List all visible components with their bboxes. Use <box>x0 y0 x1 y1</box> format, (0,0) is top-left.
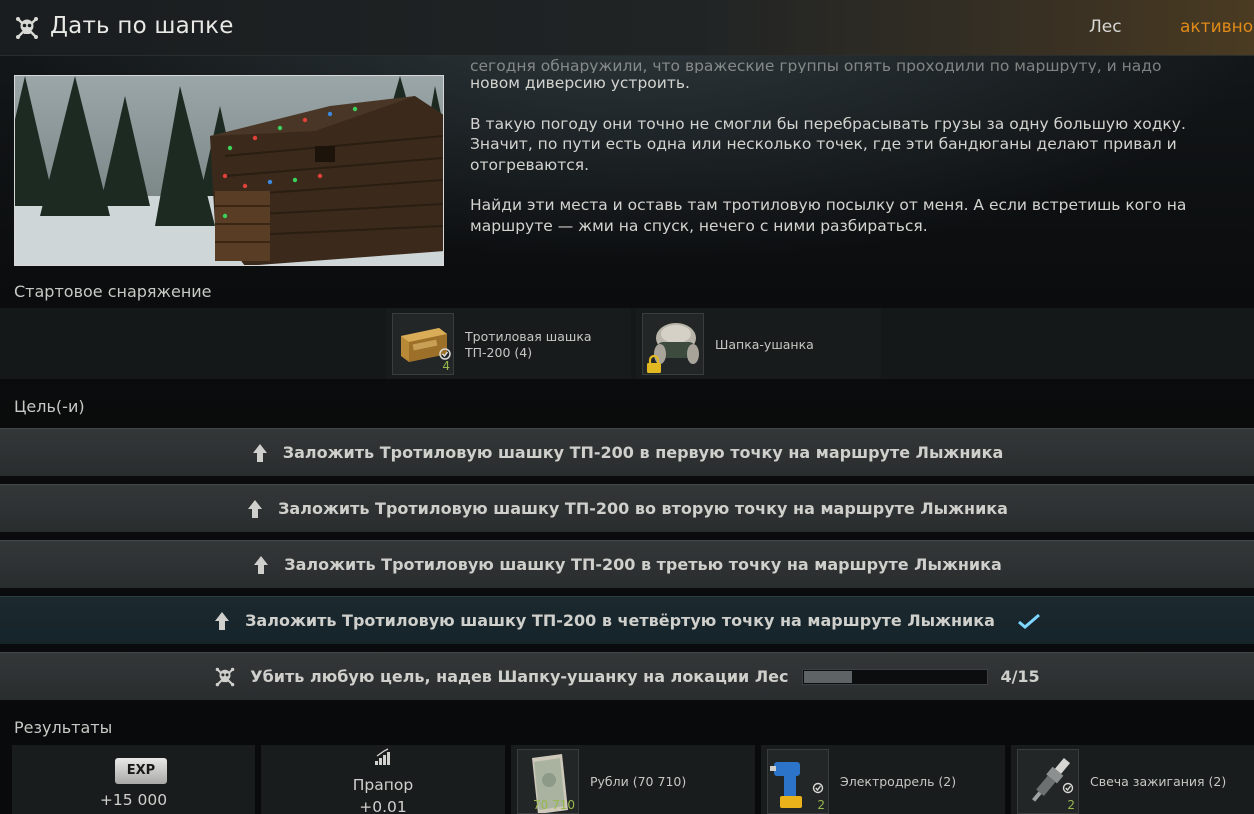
description-paragraph-3: Найди эти места и оставь там тротиловую … <box>470 196 1187 235</box>
objectives-label: Цель(-и) <box>14 397 85 416</box>
skull-icon <box>215 667 235 686</box>
checkmark-icon <box>1017 613 1040 629</box>
exp-badge: EXP <box>115 758 167 784</box>
reward-item-name: Электродрель (2) <box>840 774 957 789</box>
objective-5: Убить любую цель, надев Шапку-ушанку на … <box>0 652 1254 700</box>
reward-roubles[interactable]: 70 710 Рубли (70 710) <box>511 745 755 814</box>
objective-text: Убить любую цель, надев Шапку-ушанку на … <box>250 667 789 686</box>
arrow-up-icon <box>254 555 269 574</box>
item-count: 2 <box>1067 798 1075 812</box>
reward-item-name: Свеча зажигания (2) <box>1090 774 1227 789</box>
objective-text: Заложить Тротиловую шашку ТП-200 во втор… <box>278 499 1008 518</box>
gear-item-tnt[interactable]: 4 Тротиловая шашка ТП-200 (4) <box>386 308 631 379</box>
objective-1: Заложить Тротиловую шашку ТП-200 в перву… <box>0 428 1254 476</box>
arrow-up-icon <box>215 611 230 630</box>
gear-item-ushanka[interactable]: Шапка-ушанка <box>636 308 881 379</box>
reward-trader-name: Прапор <box>352 776 414 794</box>
objective-text: Заложить Тротиловую шашку ТП-200 в треть… <box>284 555 1002 574</box>
gear-item-slot[interactable] <box>642 313 704 375</box>
gear-item-slot[interactable]: 4 <box>392 313 454 375</box>
objective-progress-fill <box>804 670 852 683</box>
arrow-up-icon <box>248 499 263 518</box>
reward-item-slot[interactable]: 70 710 <box>517 749 579 814</box>
results-label: Результаты <box>14 718 113 737</box>
reward-exp: EXP +15 000 <box>12 745 255 814</box>
objective-2: Заложить Тротиловую шашку ТП-200 во втор… <box>0 484 1254 532</box>
objective-3: Заложить Тротиловую шашку ТП-200 в треть… <box>0 540 1254 588</box>
skull-icon <box>16 17 38 39</box>
starting-gear-label: Стартовое снаряжение <box>14 282 212 301</box>
reward-exp-value: +15 000 <box>99 791 168 809</box>
gear-item-name: Тротиловая шашка ТП-200 (4) <box>465 329 592 360</box>
lock-icon <box>647 354 661 373</box>
reputation-bars-icon <box>375 748 390 765</box>
quest-header: Дать по шапке Лес активно! <box>0 0 1254 56</box>
reward-spark-plug[interactable]: 2 Свеча зажигания (2) <box>1011 745 1254 814</box>
quest-image <box>14 75 444 266</box>
item-count: 70 710 <box>533 798 575 812</box>
item-count: 2 <box>817 798 825 812</box>
reward-drill[interactable]: 2 Электродрель (2) <box>761 745 1005 814</box>
description-paragraph-2: В такую погоду они точно не смогли бы пе… <box>470 114 1186 174</box>
objective-progress-bar <box>802 668 989 685</box>
description-partial-line: сегодня обнаружили, что вражеские группы… <box>470 57 1162 73</box>
forest-cabin-illustration <box>15 76 443 265</box>
objective-4-completed: Заложить Тротиловую шашку ТП-200 в четвё… <box>0 596 1254 644</box>
reward-item-slot[interactable]: 2 <box>767 749 829 814</box>
objective-text: Заложить Тротиловую шашку ТП-200 в перву… <box>282 443 1004 462</box>
description-line-1: новом диверсию устроить. <box>470 74 690 92</box>
objective-progress-text: 4/15 <box>1000 667 1040 686</box>
quest-status: активно! <box>1180 17 1254 37</box>
quest-title: Дать по шапке <box>50 13 234 39</box>
reward-reputation-value: +0.01 <box>359 798 407 814</box>
item-count: 4 <box>442 359 450 373</box>
reward-reputation: Прапор +0.01 <box>261 745 505 814</box>
arrow-up-icon <box>252 443 267 462</box>
gear-item-name: Шапка-ушанка <box>715 337 814 352</box>
reward-item-slot[interactable]: 2 <box>1017 749 1079 814</box>
quest-description: сегодня обнаружили, что вражеские группы… <box>470 56 1230 256</box>
reward-item-name: Рубли (70 710) <box>590 774 687 789</box>
location-label: Лес <box>1089 17 1122 37</box>
objective-text: Заложить Тротиловую шашку ТП-200 в четвё… <box>245 611 995 630</box>
